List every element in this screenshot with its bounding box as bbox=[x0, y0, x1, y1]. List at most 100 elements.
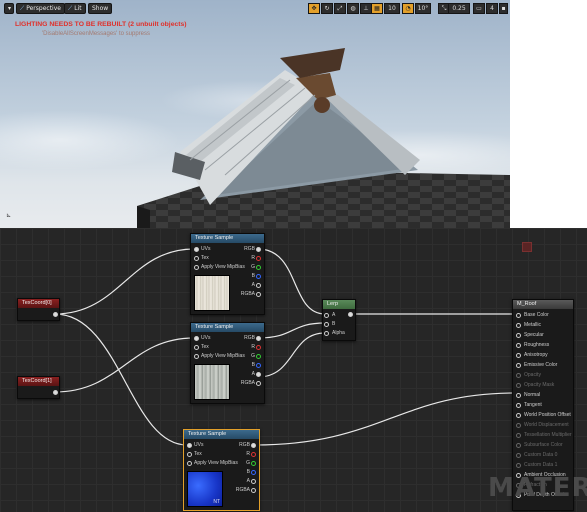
material-input-pin[interactable] bbox=[516, 353, 521, 358]
tex-input-pin[interactable] bbox=[194, 256, 199, 261]
material-input-label: World Displacement bbox=[524, 422, 569, 428]
world-space-icon[interactable]: ◍ bbox=[347, 3, 359, 14]
r-output-pin[interactable] bbox=[251, 452, 256, 457]
uvs-input-pin[interactable] bbox=[187, 443, 192, 448]
view-mode-button[interactable]: ⟋ Lit bbox=[64, 3, 86, 14]
graph-watermark: MATERI bbox=[488, 473, 587, 503]
uvs-input-pin[interactable] bbox=[194, 336, 199, 341]
texture-sample-1-node[interactable]: Texture Sample UVs Tex Apply View MipBia… bbox=[190, 233, 265, 315]
show-button[interactable]: Show bbox=[88, 3, 113, 14]
r-output-pin[interactable] bbox=[256, 256, 261, 261]
texture-thumbnail bbox=[194, 275, 230, 311]
wire-tex3-normal bbox=[254, 392, 516, 446]
lerp-a-input-pin[interactable] bbox=[324, 313, 329, 318]
grid-snap-value[interactable]: 10 bbox=[384, 3, 400, 14]
mipbias-label: Apply View MipBias bbox=[194, 460, 238, 466]
rgba-output-pin[interactable] bbox=[251, 488, 256, 493]
lerp-alpha-input-pin[interactable] bbox=[324, 331, 329, 336]
graph-wires bbox=[54, 248, 516, 446]
material-graph[interactable]: TexCoord[0] TexCoord[1] Texture Sample U… bbox=[0, 228, 587, 512]
rotate-tool-icon[interactable]: ↻ bbox=[321, 3, 333, 14]
texture-thumbnail bbox=[194, 364, 230, 400]
mipbias-input-pin[interactable] bbox=[194, 354, 199, 359]
mipbias-input-pin[interactable] bbox=[187, 461, 192, 466]
rgb-label: RGB bbox=[244, 246, 255, 252]
translate-tool-icon[interactable]: ✥ bbox=[308, 3, 320, 14]
material-input-pin[interactable] bbox=[516, 313, 521, 318]
r-output-pin[interactable] bbox=[256, 345, 261, 350]
lerp-node[interactable]: Lerp A B Alpha bbox=[322, 299, 356, 341]
lerp-b-input-pin[interactable] bbox=[324, 322, 329, 327]
g-output-pin[interactable] bbox=[256, 354, 261, 359]
rgb-output-pin[interactable] bbox=[256, 336, 261, 341]
uvs-label: UVs bbox=[201, 246, 211, 252]
g-output-pin[interactable] bbox=[251, 461, 256, 466]
maximize-viewport-icon[interactable]: ▪ bbox=[499, 3, 508, 14]
a-output-pin[interactable] bbox=[256, 372, 261, 377]
rgb-output-pin[interactable] bbox=[251, 443, 256, 448]
g-output-pin[interactable] bbox=[256, 265, 261, 270]
tex-input-pin[interactable] bbox=[187, 452, 192, 457]
texcoord-0-output-pin[interactable] bbox=[53, 312, 58, 317]
b-output-pin[interactable] bbox=[256, 363, 261, 368]
material-input-pin[interactable] bbox=[516, 453, 521, 458]
normal-map-thumbnail: NT bbox=[187, 471, 223, 507]
scale-tool-icon[interactable]: ⤢ bbox=[334, 3, 346, 14]
a-label: A bbox=[251, 371, 255, 377]
rgb-output-pin[interactable] bbox=[256, 247, 261, 252]
texture-sample-2-title: Texture Sample bbox=[191, 323, 264, 332]
level-viewport[interactable]: ▾ ⟋ Perspective ⟋ Lit Show ✥ ↻ ⤢ ◍ ⊥ ▦ 1… bbox=[0, 0, 510, 228]
camera-speed-value[interactable]: 4 bbox=[486, 3, 498, 14]
rgba-output-pin[interactable] bbox=[256, 381, 261, 386]
texcoord-1-title: TexCoord[1] bbox=[18, 377, 59, 386]
rgba-output-pin[interactable] bbox=[256, 292, 261, 297]
camera-speed-icon[interactable]: ▭ bbox=[473, 3, 485, 14]
material-input-pin[interactable] bbox=[516, 373, 521, 378]
a-output-pin[interactable] bbox=[256, 283, 261, 288]
material-input-pin[interactable] bbox=[516, 413, 521, 418]
uvs-input-pin[interactable] bbox=[194, 247, 199, 252]
material-title: M_Roof bbox=[513, 300, 573, 309]
material-input-pin[interactable] bbox=[516, 383, 521, 388]
texture-sample-2-node[interactable]: Texture Sample UVs Tex Apply View MipBia… bbox=[190, 322, 265, 404]
lerp-a-label: A bbox=[332, 312, 336, 318]
material-input-pin[interactable] bbox=[516, 443, 521, 448]
tex-input-pin[interactable] bbox=[194, 345, 199, 350]
material-input-pin[interactable] bbox=[516, 343, 521, 348]
perspective-button[interactable]: ⟋ Perspective bbox=[16, 3, 65, 14]
material-input-pin[interactable] bbox=[516, 323, 521, 328]
rotation-snap-icon[interactable]: ◔ bbox=[402, 3, 414, 14]
material-input-pin[interactable] bbox=[516, 363, 521, 368]
material-input-pin[interactable] bbox=[516, 423, 521, 428]
b-output-pin[interactable] bbox=[251, 470, 256, 475]
texcoord-0-title: TexCoord[0] bbox=[18, 299, 59, 308]
lit-label: Lit bbox=[74, 5, 82, 12]
b-output-pin[interactable] bbox=[256, 274, 261, 279]
texture-sample-1-title: Texture Sample bbox=[191, 234, 264, 243]
texcoord-1-node[interactable]: TexCoord[1] bbox=[17, 376, 60, 399]
details-panel-blank bbox=[510, 0, 587, 228]
texture-sample-3-node[interactable]: Texture Sample UVs Tex Apply View MipBia… bbox=[183, 429, 260, 511]
g-label: G bbox=[251, 353, 255, 359]
rgba-label: RGBA bbox=[240, 291, 255, 297]
grid-snap-icon[interactable]: ▦ bbox=[371, 3, 383, 14]
material-input-pin[interactable] bbox=[516, 333, 521, 338]
grid-snap-text: 10 bbox=[388, 5, 396, 12]
mipbias-input-pin[interactable] bbox=[194, 265, 199, 270]
stats-icon[interactable] bbox=[522, 242, 532, 252]
material-input-pin[interactable] bbox=[516, 433, 521, 438]
material-input-pin[interactable] bbox=[516, 393, 521, 398]
a-output-pin[interactable] bbox=[251, 479, 256, 484]
material-input-pin[interactable] bbox=[516, 403, 521, 408]
scale-snap-value[interactable]: 0.25 bbox=[448, 3, 470, 14]
tex-label: Tex bbox=[201, 344, 209, 350]
normal-map-badge: NT bbox=[213, 499, 220, 505]
texcoord-0-node[interactable]: TexCoord[0] bbox=[17, 298, 60, 321]
viewport-options-button[interactable]: ▾ bbox=[4, 3, 14, 14]
material-input-pin[interactable] bbox=[516, 463, 521, 468]
wire-tex2-lerp-b bbox=[257, 322, 326, 339]
lerp-output-pin[interactable] bbox=[348, 312, 353, 317]
material-input-label: Emissive Color bbox=[524, 362, 558, 368]
rotation-snap-value[interactable]: 10° bbox=[415, 3, 431, 14]
texcoord-1-output-pin[interactable] bbox=[53, 390, 58, 395]
